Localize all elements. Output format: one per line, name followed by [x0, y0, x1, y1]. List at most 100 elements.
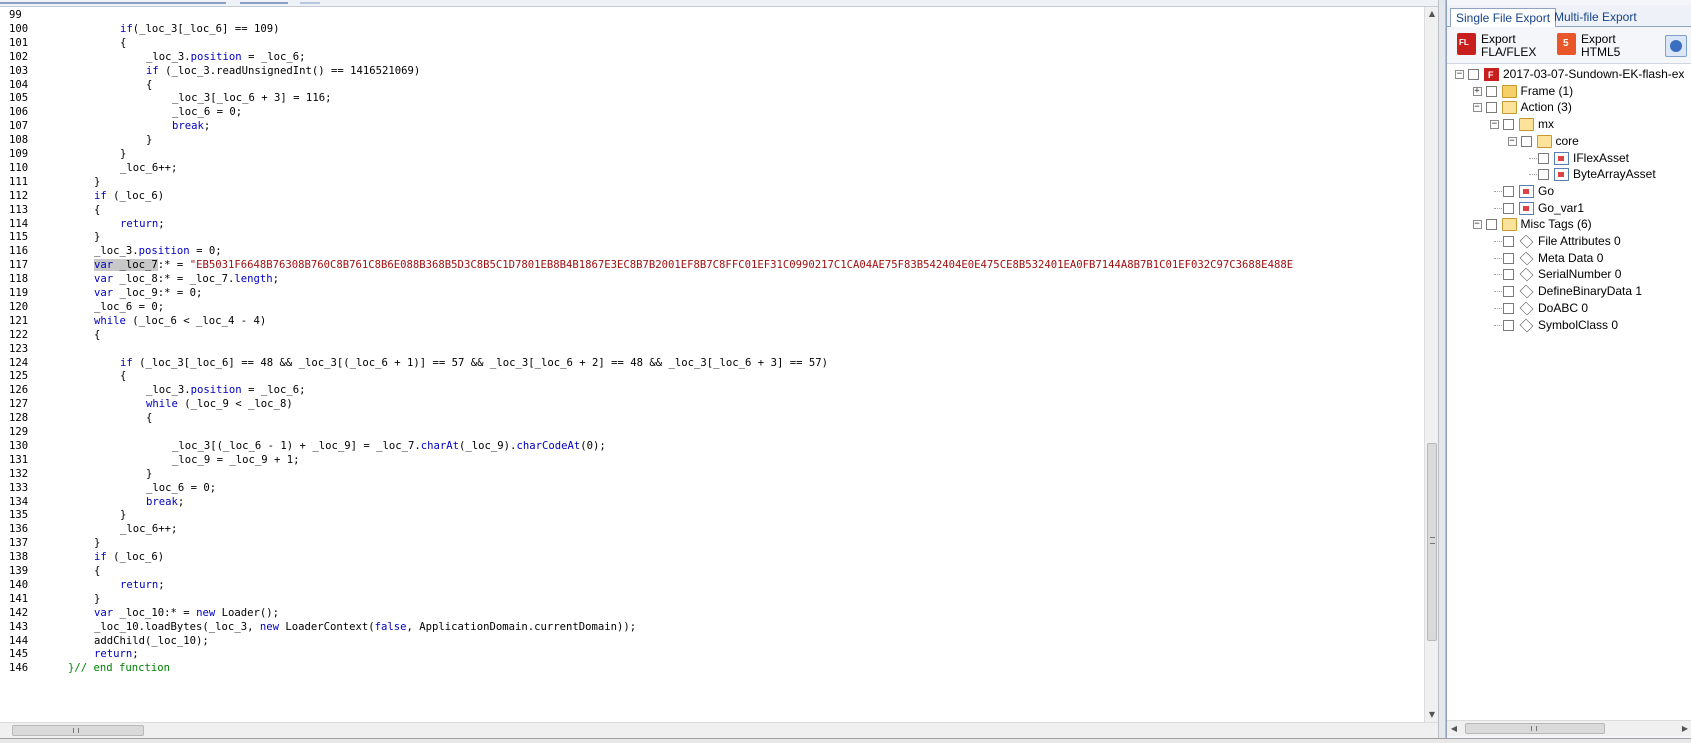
- tree-checkbox[interactable]: [1503, 269, 1514, 281]
- tab-multi-file-export[interactable]: Multi-file Export: [1549, 8, 1642, 28]
- tree-item[interactable]: File Attributes 0: [1447, 233, 1691, 250]
- editor-tab[interactable]: [0, 0, 226, 4]
- export-settings-button[interactable]: [1665, 35, 1687, 57]
- tree-checkbox[interactable]: [1468, 69, 1479, 80]
- tree-item[interactable]: Meta Data 0: [1447, 250, 1691, 267]
- code-token: = _loc_6;: [241, 384, 306, 397]
- collapse-icon[interactable]: −: [1472, 103, 1482, 113]
- code-editor[interactable]: 99 100 if(_loc_3[_loc_6] == 109) 101{102 _lo…: [0, 7, 1424, 722]
- line-number: 137: [9, 537, 29, 550]
- line-number: 142: [9, 606, 29, 619]
- scroll-thumb[interactable]: [1465, 723, 1605, 734]
- tree-item[interactable]: + Frame (1): [1447, 83, 1691, 100]
- tree-checkbox[interactable]: [1485, 102, 1497, 114]
- panel-splitter[interactable]: [1438, 0, 1446, 738]
- code-text: _loc_10.loadBytes(_loc_3, new LoaderCont…: [94, 620, 636, 635]
- scroll-thumb[interactable]: [12, 725, 144, 736]
- code-token: }: [94, 175, 101, 188]
- tree-item[interactable]: Go_var1: [1447, 200, 1691, 217]
- code-token: ;: [272, 273, 279, 286]
- scroll-thumb[interactable]: [1427, 443, 1437, 641]
- tree-checkbox[interactable]: [1538, 152, 1549, 164]
- code-text: break;: [146, 495, 184, 510]
- html5-icon: [1557, 33, 1576, 55]
- line-number: 127: [9, 398, 29, 411]
- scroll-up-arrow-icon[interactable]: ▲: [1425, 7, 1439, 21]
- tree-checkbox[interactable]: [1503, 286, 1514, 298]
- tree-item[interactable]: Go: [1447, 183, 1691, 200]
- tree-item[interactable]: ByteArrayAsset: [1447, 166, 1691, 183]
- code-token: {: [146, 412, 153, 425]
- editor-vertical-scrollbar[interactable]: ▲ ▼: [1424, 7, 1438, 722]
- code-text: if (_loc_6): [94, 189, 164, 204]
- line-number: 113: [9, 203, 29, 216]
- editor-tab-strip: [0, 0, 1446, 7]
- tree-checkbox[interactable]: [1485, 85, 1497, 97]
- tree-checkbox[interactable]: [1503, 202, 1514, 214]
- editor-tab[interactable]: [300, 0, 320, 4]
- code-token: if: [146, 64, 159, 77]
- code-token: }// end function: [68, 662, 171, 675]
- scroll-left-arrow-icon[interactable]: ◀: [1447, 721, 1461, 737]
- code-token: return: [120, 217, 159, 230]
- tree-item[interactable]: DefineBinaryData 1: [1447, 283, 1691, 300]
- code-token: return: [120, 578, 159, 591]
- tree-checkbox[interactable]: [1503, 302, 1514, 314]
- tree-item[interactable]: − Misc Tags (6): [1447, 216, 1691, 233]
- as-icon: [1554, 168, 1569, 182]
- scroll-grip-icon: [1531, 726, 1537, 731]
- code-text: if(_loc_3[_loc_6] == 109): [120, 22, 279, 37]
- code-token: ;: [203, 120, 211, 133]
- tree-item[interactable]: − Action (3): [1447, 99, 1691, 116]
- tab-single-file-export[interactable]: Single File Export: [1450, 8, 1557, 28]
- tree-checkbox[interactable]: [1538, 169, 1549, 181]
- line-number: 146: [9, 662, 29, 675]
- tree-checkbox[interactable]: [1503, 119, 1514, 131]
- tree-item[interactable]: − 2017-03-07-Sundown-EK-flash-ex: [1447, 66, 1691, 84]
- line-number: 115: [9, 231, 29, 244]
- tree-item[interactable]: IFlexAsset: [1447, 150, 1691, 167]
- export-html5-button[interactable]: Export HTML5: [1557, 31, 1637, 61]
- expand-icon[interactable]: +: [1472, 86, 1482, 96]
- tag-icon: [1519, 267, 1534, 282]
- editor-horizontal-scrollbar[interactable]: [0, 722, 1438, 738]
- export-fla-flex-button[interactable]: Export FLA/FLEX: [1457, 31, 1547, 61]
- as-icon: [1519, 201, 1534, 215]
- line-number: 134: [9, 495, 29, 508]
- collapse-icon[interactable]: −: [1490, 120, 1499, 130]
- export-fla-line2: FLA/FLEX: [1481, 45, 1537, 59]
- line-number: 130: [9, 439, 29, 452]
- tree-item[interactable]: − mx: [1447, 116, 1691, 133]
- line-number: 141: [9, 592, 29, 605]
- line-number: 123: [9, 342, 29, 355]
- code-text: _loc_3.position = _loc_6;: [146, 50, 305, 65]
- tree-checkbox[interactable]: [1485, 219, 1497, 231]
- collapse-icon[interactable]: −: [1507, 136, 1517, 146]
- tree-checkbox[interactable]: [1520, 135, 1532, 147]
- editor-tab[interactable]: [240, 0, 288, 4]
- scroll-down-arrow-icon[interactable]: ▼: [1425, 708, 1439, 722]
- code-token: _loc_6 = 0;: [94, 300, 165, 313]
- swf-tree[interactable]: − 2017-03-07-Sundown-EK-flash-ex + Frame (1…: [1447, 64, 1691, 720]
- tree-item[interactable]: SerialNumber 0: [1447, 266, 1691, 283]
- collapse-icon[interactable]: −: [1472, 220, 1482, 230]
- tree-checkbox[interactable]: [1503, 236, 1514, 247]
- code-token: {: [146, 78, 153, 91]
- collapse-icon[interactable]: −: [1455, 70, 1464, 79]
- code-token: }: [94, 231, 101, 244]
- code-text: var _loc_8:* = _loc_7.length;: [94, 272, 279, 287]
- tree-item[interactable]: − core: [1447, 133, 1691, 150]
- line-number: 119: [9, 287, 29, 299]
- tree-item[interactable]: DoABC 0: [1447, 300, 1691, 317]
- tree-item[interactable]: SymbolClass 0: [1447, 317, 1691, 334]
- code-token: addChild(_loc_10);: [94, 634, 209, 647]
- tree-checkbox[interactable]: [1503, 185, 1514, 197]
- code-text: _loc_3.position = 0;: [94, 244, 222, 259]
- scroll-right-arrow-icon[interactable]: ▶: [1678, 721, 1691, 737]
- tree-horizontal-scrollbar[interactable]: ◀ ▶: [1447, 720, 1691, 736]
- code-text: {: [120, 369, 126, 384]
- tree-item-label: Go: [1538, 183, 1555, 198]
- tree-checkbox[interactable]: [1503, 252, 1514, 264]
- fla-icon: [1457, 33, 1476, 55]
- tree-checkbox[interactable]: [1503, 319, 1514, 331]
